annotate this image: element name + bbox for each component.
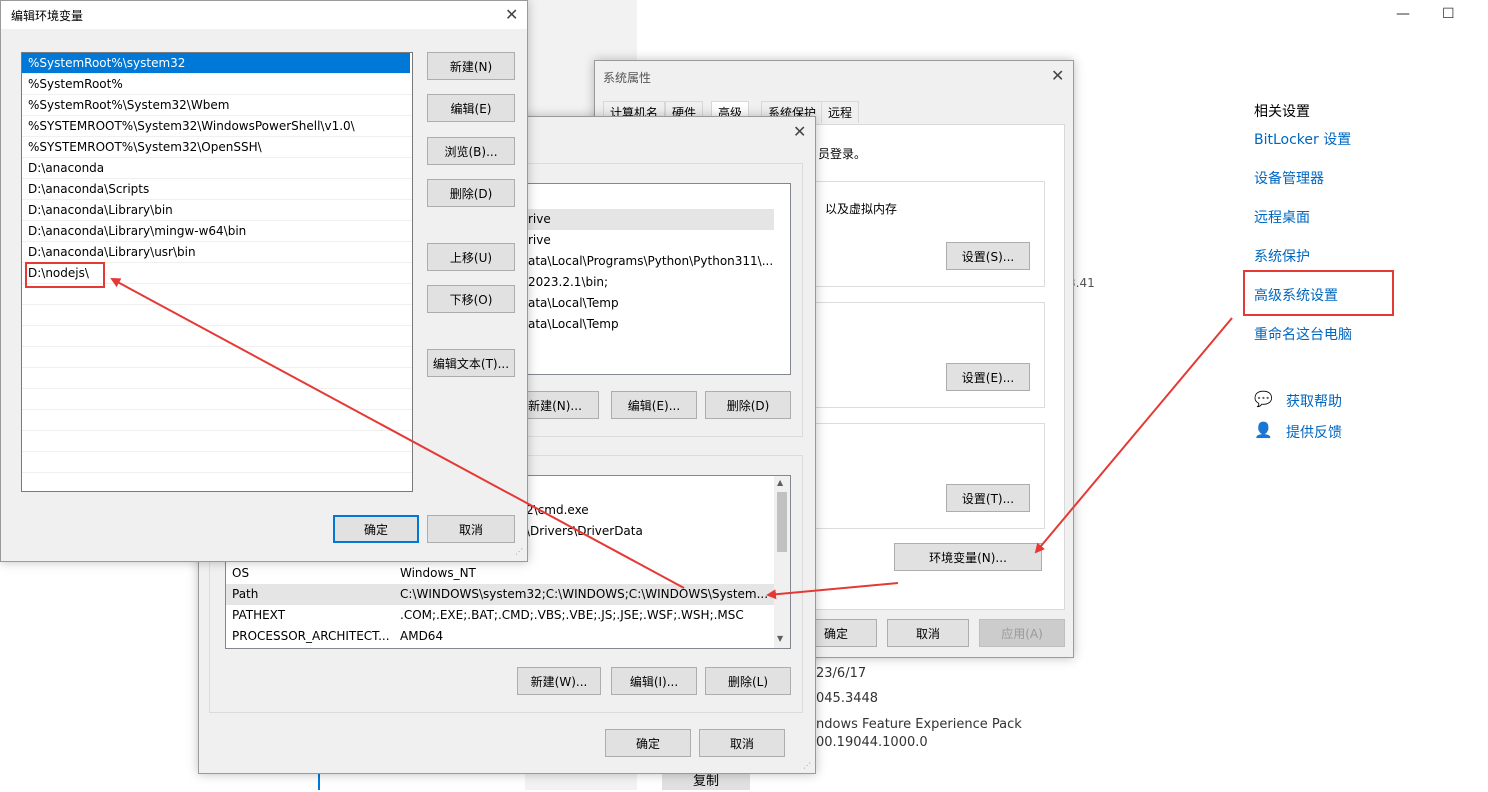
arrow-to-env-button	[1034, 317, 1233, 554]
arrow-to-path-row	[766, 582, 899, 600]
annotation-arrows	[110, 278, 1233, 600]
arrow-to-nodejs-entry	[110, 278, 685, 589]
